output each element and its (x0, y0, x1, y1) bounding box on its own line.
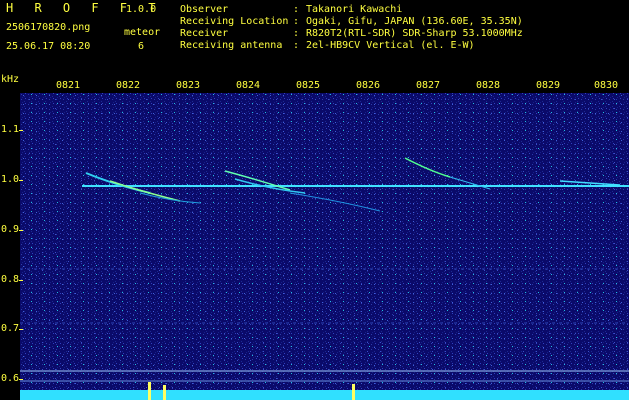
observer-label: Observer (180, 4, 229, 15)
y-axis-tick (19, 130, 23, 131)
receiver-value: R820T2(RTL-SDR) SDR-Sharp 53.1000MHz (306, 28, 523, 39)
filename: 2506170820.png (6, 22, 91, 33)
observer-sep: : (293, 4, 300, 15)
y-axis-tick (19, 329, 23, 330)
meteor-count: 6 (138, 41, 145, 52)
location-sep: : (293, 16, 300, 27)
freq-tick-label: 1.1 (1, 124, 20, 135)
freq-tick-label: 0.6 (1, 373, 20, 384)
receiver-label: Receiver (180, 28, 229, 39)
freq-tick-label: 0.7 (1, 323, 20, 334)
observer-value: Takanori Kawachi (306, 4, 403, 15)
time-tick-label: 0829 (536, 80, 561, 91)
freq-tick-label: 0.8 (1, 274, 20, 285)
meteor-label: meteor (124, 27, 161, 38)
time-tick-label: 0828 (476, 80, 501, 91)
datetime: 25.06.17 08:20 (6, 41, 91, 52)
freq-unit-label: kHz (1, 74, 20, 85)
antenna-value: 2el-HB9CV Vertical (el. E-W) (306, 40, 475, 51)
freq-tick-label: 1.0 (1, 174, 20, 185)
antenna-sep: : (293, 40, 300, 51)
time-tick-label: 0822 (116, 80, 141, 91)
location-value: Ogaki, Gifu, JAPAN (136.60E, 35.35N) (306, 16, 523, 27)
y-axis-tick (19, 379, 23, 380)
y-axis-tick (19, 230, 23, 231)
time-tick-label: 0824 (236, 80, 261, 91)
spectrogram-panel (20, 93, 629, 400)
time-tick-label: 0830 (594, 80, 619, 91)
app-version: 1.0.0 (126, 4, 157, 15)
time-tick-label: 0826 (356, 80, 381, 91)
receiver-sep: : (293, 28, 300, 39)
y-axis-tick (19, 180, 23, 181)
spectrogram-image (20, 93, 629, 400)
time-tick-label: 0827 (416, 80, 441, 91)
freq-tick-label: 0.9 (1, 224, 20, 235)
time-tick-label: 0821 (56, 80, 81, 91)
antenna-label: Receiving antenna (180, 40, 283, 51)
time-tick-label: 0823 (176, 80, 201, 91)
y-axis-tick (19, 280, 23, 281)
location-label: Receiving Location (180, 16, 289, 27)
time-tick-label: 0825 (296, 80, 321, 91)
